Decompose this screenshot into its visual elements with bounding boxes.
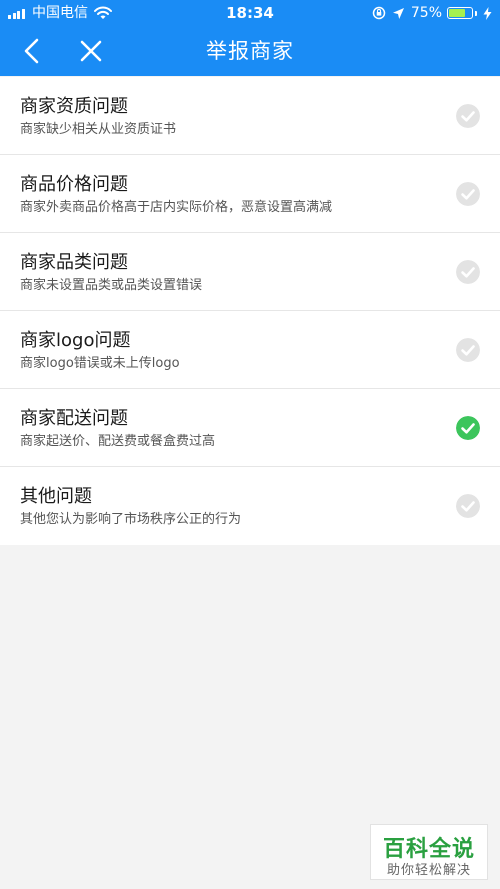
option-description: 商家外卖商品价格高于店内实际价格，恶意设置高满减 bbox=[20, 200, 333, 215]
report-option[interactable]: 商家资质问题 商家缺少相关从业资质证书 bbox=[0, 77, 500, 155]
charging-icon bbox=[483, 6, 492, 20]
check-circle-icon[interactable] bbox=[456, 260, 480, 284]
check-circle-selected-icon[interactable] bbox=[456, 416, 480, 440]
watermark-subtitle: 助你轻松解决 bbox=[386, 863, 471, 878]
report-option[interactable]: 其他问题 其他您认为影响了市场秩序公正的行为 bbox=[0, 467, 500, 545]
page-title: 举报商家 bbox=[206, 39, 294, 63]
status-bar: 中国电信 18:34 75% bbox=[0, 0, 500, 26]
option-title: 商家品类问题 bbox=[20, 252, 128, 273]
report-option[interactable]: 商家品类问题 商家未设置品类或品类设置错误 bbox=[0, 233, 500, 311]
orientation-lock-icon bbox=[372, 6, 386, 20]
nav-bar: 举报商家 bbox=[0, 26, 500, 76]
report-option[interactable]: 商品价格问题 商家外卖商品价格高于店内实际价格，恶意设置高满减 bbox=[0, 155, 500, 233]
option-description: 商家缺少相关从业资质证书 bbox=[20, 122, 177, 137]
option-title: 其他问题 bbox=[20, 486, 92, 507]
battery-icon bbox=[447, 7, 473, 19]
status-right: 75% bbox=[372, 0, 492, 26]
option-description: 商家logo错误或未上传logo bbox=[20, 356, 180, 371]
check-circle-icon[interactable] bbox=[456, 494, 480, 518]
report-reason-list: 商家资质问题 商家缺少相关从业资质证书 商品价格问题 商家外卖商品价格高于店内实… bbox=[0, 77, 500, 545]
report-option[interactable]: 商家logo问题 商家logo错误或未上传logo bbox=[0, 311, 500, 389]
option-description: 其他您认为影响了市场秩序公正的行为 bbox=[20, 512, 242, 527]
option-title: 商家资质问题 bbox=[20, 96, 128, 117]
report-option[interactable]: 商家配送问题 商家起送价、配送费或餐盒费过高 bbox=[0, 389, 500, 467]
option-title: 商家logo问题 bbox=[20, 330, 131, 351]
option-title: 商家配送问题 bbox=[20, 408, 128, 429]
battery-cap bbox=[475, 10, 477, 16]
check-circle-icon[interactable] bbox=[456, 104, 480, 128]
option-description: 商家未设置品类或品类设置错误 bbox=[20, 278, 203, 293]
option-title: 商品价格问题 bbox=[20, 174, 128, 195]
app-header: 中国电信 18:34 75% 举报商家 bbox=[0, 0, 500, 76]
check-circle-icon[interactable] bbox=[456, 338, 480, 362]
check-circle-icon[interactable] bbox=[456, 182, 480, 206]
battery-fill bbox=[449, 9, 465, 17]
watermark-logo: 百科全说 助你轻松解决 bbox=[370, 824, 488, 880]
location-icon bbox=[392, 7, 404, 19]
option-description: 商家起送价、配送费或餐盒费过高 bbox=[20, 434, 216, 449]
battery-percent: 75% bbox=[410, 5, 442, 21]
